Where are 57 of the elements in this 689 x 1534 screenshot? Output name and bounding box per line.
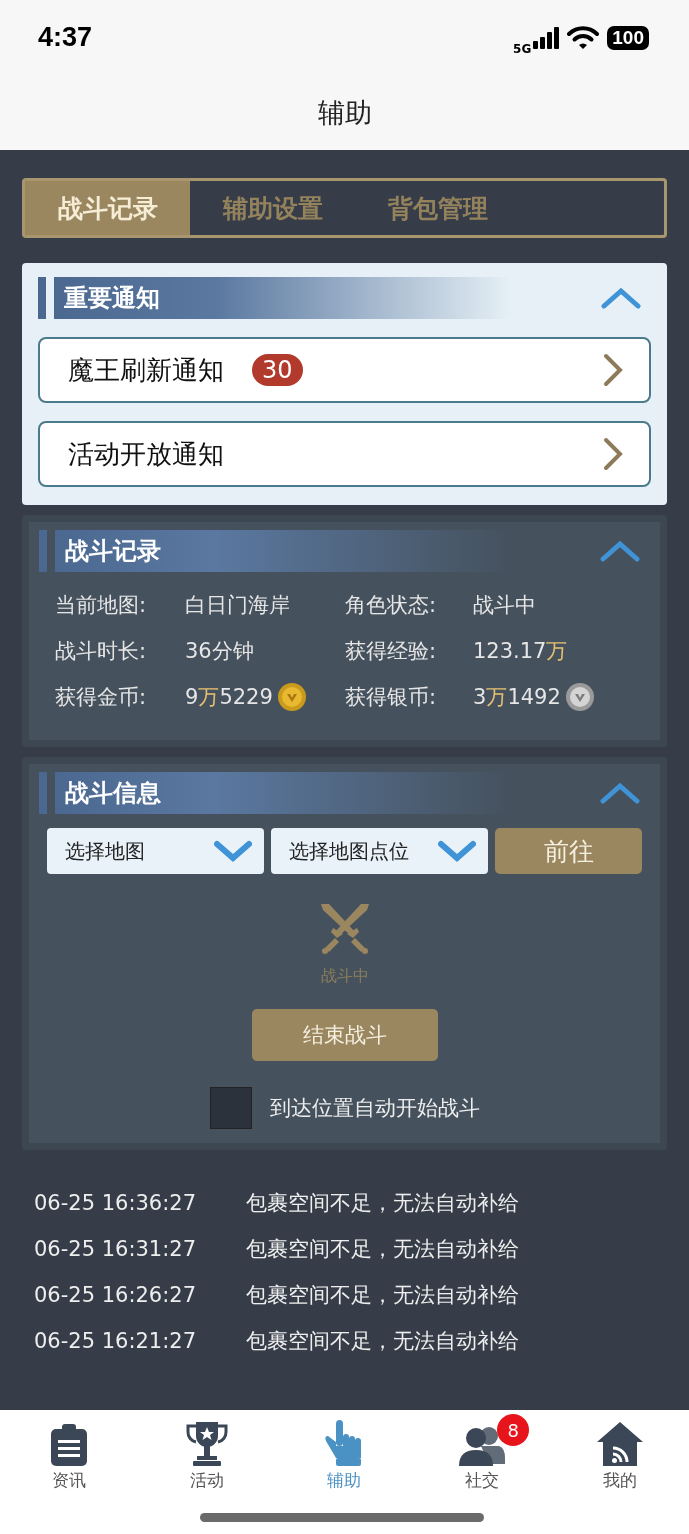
dropdown[interactable]: 选择地图点位	[271, 828, 488, 874]
wifi-icon	[567, 25, 600, 50]
collapse-icon[interactable]	[601, 287, 641, 309]
notice-item[interactable]: 活动开放通知	[38, 421, 651, 487]
chevron-down-icon	[438, 840, 476, 862]
field-label: 获得经验:	[345, 638, 438, 665]
notification-badge: 8	[497, 1414, 530, 1446]
log-message: 包裹空间不足，无法自动补给	[246, 1236, 519, 1263]
chevron-right-icon	[603, 353, 623, 387]
log-time: 06-25 16:36:27	[34, 1191, 197, 1215]
field-value: 9万5229	[185, 684, 273, 711]
coin-icon	[564, 682, 595, 712]
count-badge: 30	[252, 354, 303, 386]
house-icon	[597, 1422, 644, 1466]
dropdown[interactable]: 选择地图	[47, 828, 264, 874]
field-value: 123.17万	[473, 638, 568, 665]
checkbox[interactable]	[209, 1087, 252, 1129]
nav-tab[interactable]: 辅助	[275, 1418, 414, 1491]
field-label: 获得金币:	[55, 684, 148, 711]
clipboard-icon	[48, 1424, 89, 1466]
field-label: 战斗时长:	[55, 638, 148, 665]
field-value: 3万1492	[473, 684, 561, 711]
log-message: 包裹空间不足，无法自动补给	[246, 1282, 519, 1309]
trophy-icon	[185, 1422, 228, 1466]
notice-label: 魔王刷新通知	[68, 353, 224, 387]
collapse-icon[interactable]	[600, 540, 640, 562]
log-message: 包裹空间不足，无法自动补给	[246, 1328, 519, 1355]
checkbox-label: 到达位置自动开始战斗	[269, 1095, 480, 1122]
chevron-down-icon	[214, 840, 252, 862]
status-time: 4:37	[38, 22, 93, 53]
coin-icon	[276, 682, 307, 712]
field-value: 白日门海岸	[185, 592, 290, 619]
chevron-right-icon	[603, 437, 623, 471]
network-label: 5G	[513, 41, 532, 56]
log-message: 包裹空间不足，无法自动补给	[246, 1190, 519, 1217]
log-time: 06-25 16:21:27	[34, 1329, 197, 1353]
nav-tab[interactable]: 我的	[551, 1418, 689, 1491]
notice-item[interactable]: 魔王刷新通知 30	[38, 337, 651, 403]
header-stripe	[39, 772, 47, 814]
people-icon	[459, 1424, 506, 1466]
nav-tab[interactable]: 资讯	[0, 1418, 138, 1491]
battery-indicator: 100	[607, 25, 649, 50]
page-title: 辅助	[317, 95, 372, 130]
field-value: 战斗中	[473, 592, 536, 619]
header-stripe	[39, 530, 47, 572]
signal-icon	[533, 26, 560, 49]
header-stripe	[38, 277, 46, 319]
field-label: 角色状态:	[345, 592, 438, 619]
battle-status: 战斗中	[320, 966, 369, 987]
field-label: 获得银币:	[345, 684, 438, 711]
field-label: 当前地图:	[55, 592, 148, 619]
collapse-icon[interactable]	[600, 782, 640, 804]
log-time: 06-25 16:31:27	[34, 1237, 197, 1261]
log-time: 06-25 16:26:27	[34, 1283, 197, 1307]
notice-label: 活动开放通知	[68, 437, 224, 471]
nav-tab[interactable]: 活动	[137, 1418, 276, 1491]
field-value: 36分钟	[185, 638, 254, 665]
